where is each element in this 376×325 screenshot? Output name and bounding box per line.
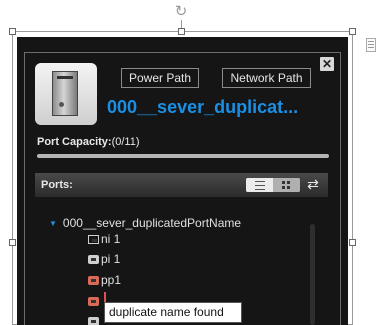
- tree-item[interactable]: [88, 314, 101, 325]
- resize-handle-top-right[interactable]: [349, 28, 356, 35]
- network-path-button[interactable]: Network Path: [222, 68, 311, 88]
- port-icon: [88, 317, 99, 325]
- tree-item-label: pp1: [101, 273, 122, 287]
- tree-item[interactable]: ni 1: [88, 232, 120, 246]
- tree-root-label: 000__sever_duplicatedPortName: [62, 216, 242, 230]
- tree-item-label: ni 1: [101, 232, 121, 246]
- expand-caret-icon[interactable]: ▼: [49, 219, 57, 228]
- duplicate-name-tooltip: duplicate name found: [104, 302, 242, 323]
- layout-options-icon[interactable]: [366, 38, 376, 52]
- tree-item[interactable]: [88, 294, 101, 308]
- tree-item-label: pi 1: [101, 252, 121, 266]
- port-capacity-title: Port Capacity:: [37, 136, 112, 148]
- refresh-icon[interactable]: ⇄: [305, 176, 321, 192]
- device-name: 000__sever_duplicat...: [107, 97, 299, 117]
- port-warning-icon: [88, 297, 99, 306]
- editor-canvas: ↻ ✕ Power Path Network Path 000__sever_d…: [0, 0, 376, 325]
- resize-handle-right[interactable]: [349, 239, 356, 246]
- resize-handle-left[interactable]: [9, 239, 16, 246]
- server-tower-shape: [52, 71, 78, 116]
- port-capacity-bar: [37, 154, 329, 158]
- tree-item[interactable]: pp1: [88, 273, 121, 287]
- port-icon: [88, 255, 99, 264]
- tree-item[interactable]: pi 1: [88, 252, 120, 266]
- port-capacity-value: (0/11): [111, 136, 140, 148]
- tree-scrollbar-thumb[interactable]: [310, 224, 315, 325]
- rotate-handle-icon[interactable]: ↻: [172, 3, 190, 21]
- grid-view-icon[interactable]: [273, 178, 300, 192]
- tree-scrollbar[interactable]: [310, 224, 315, 325]
- server-tower-icon: [35, 63, 97, 125]
- port-capacity-label: Port Capacity:(0/11): [37, 136, 140, 148]
- tooltip-pointer: [104, 292, 106, 302]
- ports-header: Ports: ⇄: [35, 173, 328, 197]
- view-toggle: [246, 178, 300, 192]
- ports-title: Ports:: [41, 179, 73, 191]
- list-view-icon[interactable]: [246, 178, 273, 192]
- port-warning-icon: [88, 276, 99, 285]
- resize-handle-top[interactable]: [178, 28, 185, 35]
- resize-handle-top-left[interactable]: [9, 28, 16, 35]
- tree-root-node[interactable]: ▼ 000__sever_duplicatedPortName: [49, 216, 241, 230]
- power-path-button[interactable]: Power Path: [121, 68, 199, 88]
- port-box-icon: [88, 235, 99, 244]
- close-button[interactable]: ✕: [320, 57, 334, 71]
